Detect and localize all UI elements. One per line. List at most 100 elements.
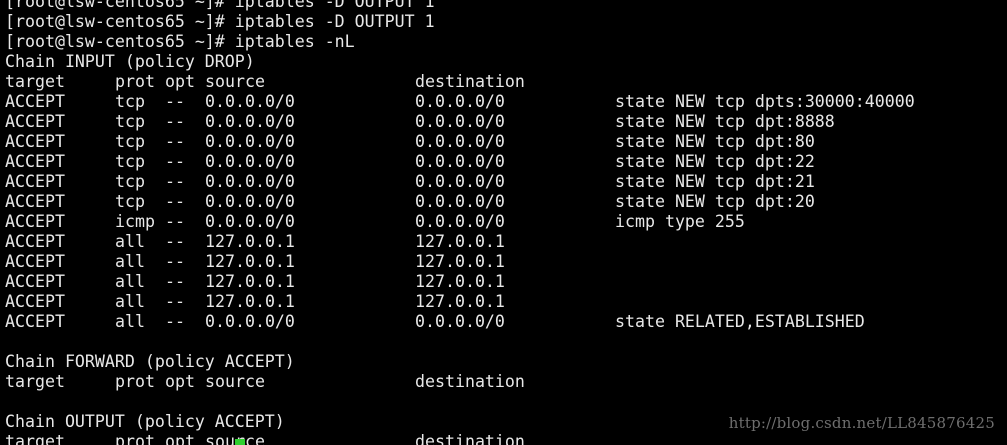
header-destination: destination	[415, 432, 525, 445]
rule-destination: 0.0.0.0/0	[415, 92, 505, 111]
rule-row: ACCEPT tcp -- 0.0.0.0/0 0.0.0.0/0 state NEW t…	[5, 192, 915, 212]
rule-prot: tcp	[115, 92, 145, 111]
rule-target: ACCEPT	[5, 112, 65, 131]
rule-extra: state NEW tcp dpt:22	[615, 152, 815, 171]
rule-source: 0.0.0.0/0	[205, 132, 295, 151]
rule-destination: 127.0.0.1	[415, 272, 505, 291]
terminal-window[interactable]: [root@lsw-centos65 ~]# iptables -D OUTPU…	[0, 0, 1007, 445]
rule-source: 0.0.0.0/0	[205, 172, 295, 191]
rule-target: ACCEPT	[5, 272, 65, 291]
chain-title: Chain FORWARD (policy ACCEPT)	[5, 352, 295, 371]
rule-extra: state NEW tcp dpt:80	[615, 132, 815, 151]
rule-source: 0.0.0.0/0	[205, 312, 295, 331]
command-line-list: [root@lsw-centos65 ~]# iptables -nL	[5, 32, 355, 51]
rule-target: ACCEPT	[5, 312, 65, 331]
rule-destination: 0.0.0.0/0	[415, 212, 505, 231]
header-opt: opt	[165, 72, 195, 91]
watermark: http://blog.csdn.net/LL845876425	[728, 414, 995, 432]
rule-source: 127.0.0.1	[205, 292, 295, 311]
rule-destination: 0.0.0.0/0	[415, 192, 505, 211]
rule-source: 0.0.0.0/0	[205, 112, 295, 131]
header-destination: destination	[415, 372, 525, 391]
rule-row: ACCEPT tcp -- 0.0.0.0/0 0.0.0.0/0 state NEW t…	[5, 172, 915, 192]
rule-prot: tcp	[115, 172, 145, 191]
rule-prot: all	[115, 292, 145, 311]
rule-prot: tcp	[115, 152, 145, 171]
rule-target: ACCEPT	[5, 232, 65, 251]
rule-prot: tcp	[115, 192, 145, 211]
rule-opt: --	[165, 112, 185, 131]
terminal-cursor	[235, 439, 245, 445]
rule-destination: 0.0.0.0/0	[415, 132, 505, 151]
rule-opt: --	[165, 192, 185, 211]
rule-destination: 0.0.0.0/0	[415, 152, 505, 171]
previous-command-line: [root@lsw-centos65 ~]# iptables -D OUTPU…	[5, 0, 435, 11]
rule-row: ACCEPT tcp -- 0.0.0.0/0 0.0.0.0/0 state NEW t…	[5, 112, 915, 132]
rule-extra: icmp type 255	[615, 212, 745, 231]
rule-source: 127.0.0.1	[205, 272, 295, 291]
rule-extra: state NEW tcp dpt:20	[615, 192, 815, 211]
chain-title: Chain INPUT (policy DROP)	[5, 52, 255, 71]
chain-column-header: target protopt source destination	[5, 72, 915, 92]
header-prot: prot	[115, 372, 155, 391]
rule-destination: 0.0.0.0/0	[415, 312, 505, 331]
rule-extra: state NEW tcp dpt:8888	[615, 112, 835, 131]
header-destination: destination	[415, 72, 525, 91]
rule-prot: tcp	[115, 132, 145, 151]
header-source: source	[205, 72, 265, 91]
rule-opt: --	[165, 212, 185, 231]
header-target: target	[5, 372, 65, 391]
header-target: target	[5, 432, 65, 445]
rule-opt: --	[165, 152, 185, 171]
rule-source: 127.0.0.1	[205, 252, 295, 271]
rule-source: 0.0.0.0/0	[205, 212, 295, 231]
rule-opt: --	[165, 272, 185, 291]
rule-target: ACCEPT	[5, 152, 65, 171]
rule-extra: state NEW tcp dpt:21	[615, 172, 815, 191]
rule-prot: icmp	[115, 212, 155, 231]
rule-target: ACCEPT	[5, 212, 65, 231]
rule-row: ACCEPT all -- 0.0.0.0/0 0.0.0.0/0 state RELAT…	[5, 312, 915, 332]
rule-destination: 127.0.0.1	[415, 292, 505, 311]
rule-prot: all	[115, 272, 145, 291]
header-prot: prot	[115, 72, 155, 91]
rule-extra: state RELATED,ESTABLISHED	[615, 312, 865, 331]
rule-opt: --	[165, 292, 185, 311]
rule-source: 0.0.0.0/0	[205, 92, 295, 111]
rule-target: ACCEPT	[5, 172, 65, 191]
rule-row: ACCEPT all -- 127.0.0.1 127.0.0.1	[5, 272, 915, 292]
rule-destination: 0.0.0.0/0	[415, 172, 505, 191]
rule-opt: --	[165, 232, 185, 251]
rule-row: ACCEPT tcp -- 0.0.0.0/0 0.0.0.0/0 state NEW t…	[5, 132, 915, 152]
rule-source: 127.0.0.1	[205, 232, 295, 251]
header-source: source	[205, 372, 265, 391]
chain-column-header: target protopt source destination	[5, 372, 915, 392]
rule-target: ACCEPT	[5, 92, 65, 111]
rule-source: 0.0.0.0/0	[205, 152, 295, 171]
rule-opt: --	[165, 132, 185, 151]
rule-row: ACCEPT all -- 127.0.0.1 127.0.0.1	[5, 292, 915, 312]
rule-row: ACCEPT all -- 127.0.0.1 127.0.0.1	[5, 232, 915, 252]
chains-output: Chain INPUT (policy DROP) target prot opt so…	[5, 52, 915, 445]
rule-opt: --	[165, 312, 185, 331]
header-opt: opt	[165, 372, 195, 391]
rule-row: ACCEPT icmp -- 0.0.0.0/0 0.0.0.0/0 icmp type …	[5, 212, 915, 232]
rule-opt: --	[165, 252, 185, 271]
rule-prot: all	[115, 232, 145, 251]
rule-opt: --	[165, 92, 185, 111]
header-opt: opt	[165, 432, 195, 445]
rule-prot: all	[115, 312, 145, 331]
rule-source: 0.0.0.0/0	[205, 192, 295, 211]
rule-target: ACCEPT	[5, 252, 65, 271]
rule-target: ACCEPT	[5, 192, 65, 211]
rule-row: ACCEPT all -- 127.0.0.1 127.0.0.1	[5, 252, 915, 272]
chain-column-header: targetprotoptsourcedestination	[5, 432, 915, 445]
rule-extra: state NEW tcp dpts:30000:40000	[615, 92, 915, 111]
header-target: target	[5, 72, 65, 91]
rule-destination: 127.0.0.1	[415, 232, 505, 251]
command-line-delete-output: [root@lsw-centos65 ~]# iptables -D OUTPU…	[5, 12, 435, 31]
rule-row: ACCEPT tcp -- 0.0.0.0/0 0.0.0.0/0 state NEW t…	[5, 152, 915, 172]
rule-target: ACCEPT	[5, 132, 65, 151]
